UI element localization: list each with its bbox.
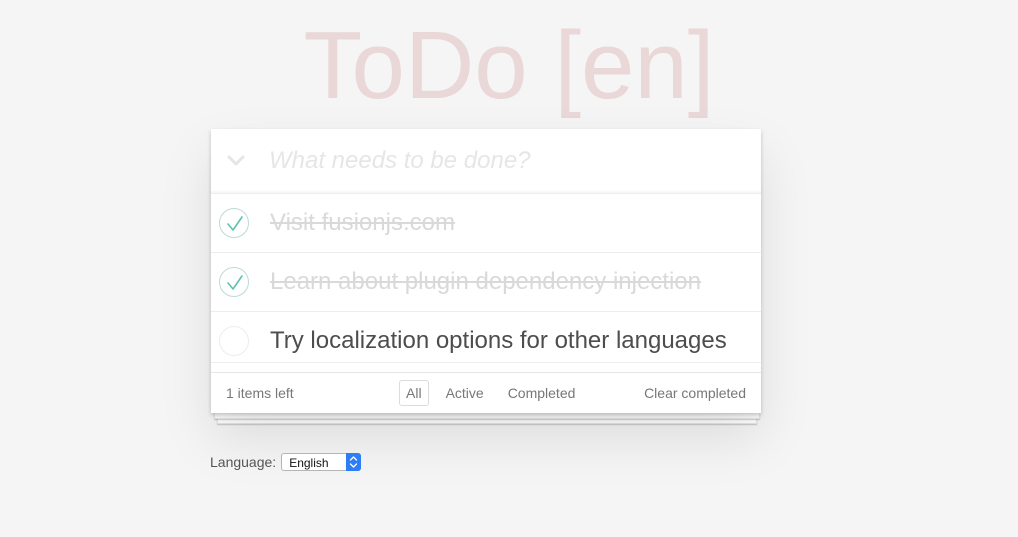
todo-item: Visit fusionjs.com bbox=[211, 194, 761, 253]
todo-card: Visit fusionjs.com Learn about plugin de… bbox=[211, 129, 761, 413]
select-arrows-icon bbox=[346, 453, 362, 471]
todo-label[interactable]: Try localization options for other langu… bbox=[270, 326, 727, 356]
todo-item: Learn about plugin dependency injection bbox=[211, 253, 761, 312]
app-title: ToDo [en] bbox=[303, 12, 715, 119]
language-row: Language: English bbox=[210, 453, 362, 471]
todo-checkbox[interactable] bbox=[219, 208, 249, 238]
toggle-all-chevron-icon[interactable] bbox=[225, 145, 247, 177]
filter-group: All Active Completed bbox=[399, 380, 582, 406]
filter-all[interactable]: All bbox=[399, 380, 429, 406]
filter-completed[interactable]: Completed bbox=[501, 380, 583, 406]
filter-active[interactable]: Active bbox=[439, 380, 491, 406]
todo-label[interactable]: Learn about plugin dependency injection bbox=[270, 267, 701, 297]
check-icon bbox=[227, 275, 243, 290]
todo-checkbox[interactable] bbox=[219, 267, 249, 297]
todo-checkbox[interactable] bbox=[219, 326, 249, 356]
todo-header bbox=[211, 129, 761, 194]
language-selected-value: English bbox=[289, 456, 329, 470]
check-icon bbox=[227, 216, 243, 231]
clear-completed-button[interactable]: Clear completed bbox=[644, 385, 746, 401]
todo-footer: 1 items left All Active Completed Clear … bbox=[211, 372, 761, 413]
new-todo-input[interactable] bbox=[269, 137, 739, 185]
todo-label[interactable]: Visit fusionjs.com bbox=[270, 208, 455, 238]
language-select[interactable]: English bbox=[281, 453, 362, 471]
language-label: Language: bbox=[210, 454, 277, 470]
todo-list: Visit fusionjs.com Learn about plugin de… bbox=[211, 194, 761, 363]
items-left-count: 1 items left bbox=[226, 385, 294, 401]
todo-item: Try localization options for other langu… bbox=[211, 312, 761, 363]
